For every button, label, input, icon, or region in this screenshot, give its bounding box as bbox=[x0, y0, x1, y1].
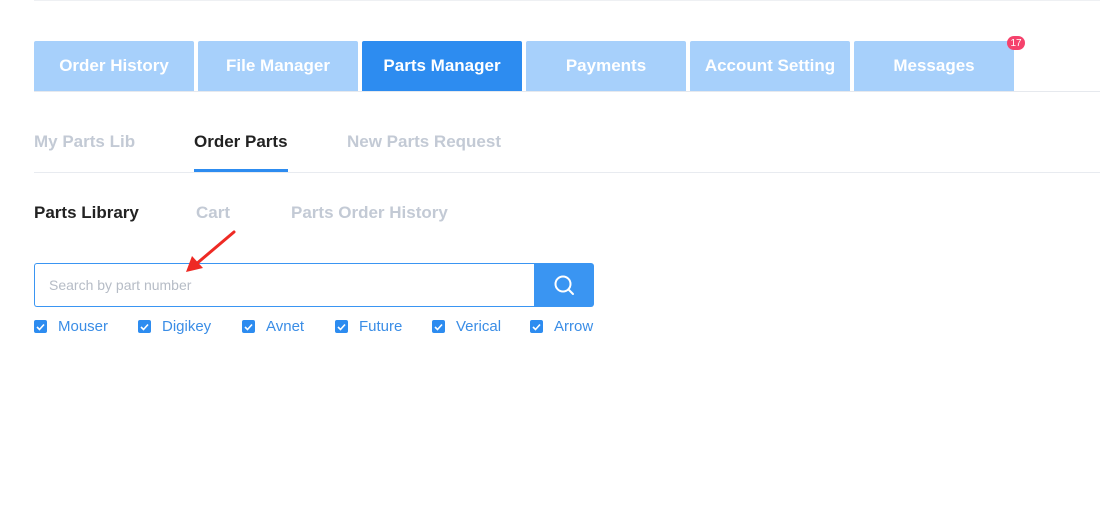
tab-label: Order History bbox=[59, 56, 169, 75]
library-tab-bar: Parts Library Cart Parts Order History bbox=[34, 203, 1100, 227]
tab-file-manager[interactable]: File Manager bbox=[198, 41, 358, 91]
messages-count-badge: 17 bbox=[1007, 36, 1025, 50]
search-icon bbox=[553, 274, 575, 296]
search-button[interactable] bbox=[534, 263, 594, 307]
checkbox-checked-icon[interactable] bbox=[530, 320, 543, 333]
tab-label: Messages bbox=[893, 56, 975, 75]
red-arrow-icon bbox=[180, 228, 240, 278]
tab-cart[interactable]: Cart bbox=[196, 203, 230, 223]
tab-order-history[interactable]: Order History bbox=[34, 41, 194, 91]
supplier-label: Verical bbox=[456, 318, 502, 335]
tab-label: Account Setting bbox=[704, 56, 836, 75]
checkbox-checked-icon[interactable] bbox=[335, 320, 348, 333]
tab-parts-library[interactable]: Parts Library bbox=[34, 203, 139, 223]
part-search bbox=[34, 263, 594, 307]
subtab-new-parts-request[interactable]: New Parts Request bbox=[347, 132, 501, 172]
supplier-filter-verical[interactable]: Verical bbox=[432, 318, 501, 335]
supplier-filter-mouser[interactable]: Mouser bbox=[34, 318, 108, 335]
checkbox-checked-icon[interactable] bbox=[242, 320, 255, 333]
supplier-label: Future bbox=[359, 318, 403, 335]
supplier-label: Arrow bbox=[554, 318, 594, 335]
supplier-label: Avnet bbox=[266, 318, 305, 335]
sub-tab-bar: My Parts Lib Order Parts New Parts Reque… bbox=[34, 125, 1100, 173]
top-divider bbox=[34, 0, 1100, 1]
tab-label: Payments bbox=[565, 56, 647, 75]
subtab-order-parts[interactable]: Order Parts bbox=[194, 132, 288, 172]
tab-payments[interactable]: Payments bbox=[526, 41, 686, 91]
supplier-filter-future[interactable]: Future bbox=[335, 318, 402, 335]
supplier-label: Digikey bbox=[162, 318, 212, 335]
tab-messages[interactable]: Messages 17 bbox=[854, 36, 1025, 91]
tab-parts-order-history[interactable]: Parts Order History bbox=[291, 203, 448, 223]
tab-label: Parts Manager bbox=[383, 56, 501, 75]
tab-parts-manager[interactable]: Parts Manager bbox=[362, 41, 522, 91]
page: Order History File Manager Parts Manager… bbox=[0, 0, 1100, 505]
supplier-filters: Mouser Digikey Avnet Future Verical Arro… bbox=[34, 318, 1100, 336]
supplier-label: Mouser bbox=[58, 318, 109, 335]
tab-account-setting[interactable]: Account Setting bbox=[690, 41, 850, 91]
tab-label: File Manager bbox=[226, 56, 330, 75]
part-number-search-input[interactable] bbox=[34, 263, 534, 307]
checkbox-checked-icon[interactable] bbox=[34, 320, 47, 333]
supplier-filter-digikey[interactable]: Digikey bbox=[138, 318, 211, 335]
main-tab-bar: Order History File Manager Parts Manager… bbox=[34, 36, 1100, 92]
checkbox-checked-icon[interactable] bbox=[138, 320, 151, 333]
checkbox-checked-icon[interactable] bbox=[432, 320, 445, 333]
supplier-filter-avnet[interactable]: Avnet bbox=[242, 318, 304, 335]
supplier-filter-arrow[interactable]: Arrow bbox=[530, 318, 593, 335]
subtab-my-parts-lib[interactable]: My Parts Lib bbox=[34, 132, 135, 172]
